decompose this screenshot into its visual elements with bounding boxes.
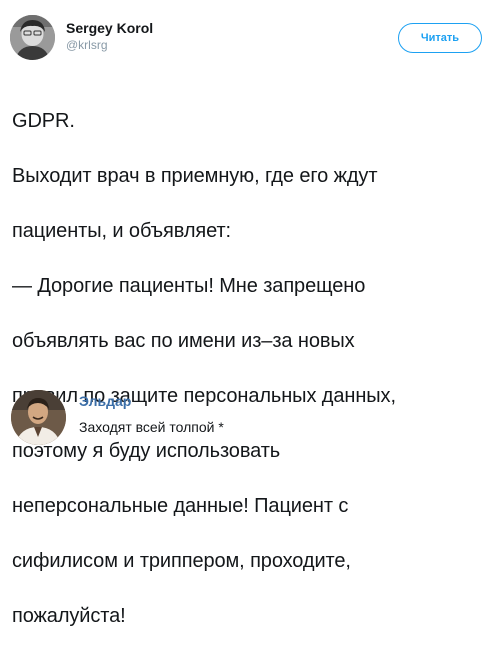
tweet-text-line: Выходит врач в приемную, где его ждут bbox=[12, 164, 378, 187]
tweet-text-line: неперсональные данные! Пациент с bbox=[12, 494, 349, 517]
tweet-text-line: объявлять вас по имени из–за новых bbox=[12, 329, 355, 352]
author-avatar-photo bbox=[10, 15, 55, 60]
author-handle[interactable]: @krlsrg bbox=[66, 38, 108, 52]
tweet-text-line: поэтому я буду использовать bbox=[12, 439, 281, 462]
follow-button-label: Читать bbox=[420, 32, 460, 44]
reply-text: Заходят всей толпой * bbox=[79, 419, 224, 435]
author-name[interactable]: Sergey Korol bbox=[66, 20, 153, 36]
tweet-text-line: пациенты, и объявляет: bbox=[12, 219, 232, 242]
reply-author-name[interactable]: Эльдар bbox=[79, 393, 131, 409]
tweet-text-line: сифилисом и триппером, проходите, bbox=[12, 549, 351, 572]
tweet-text: GDPR. Выходит врач в приемную, где его ж… bbox=[12, 80, 492, 658]
follow-button[interactable]: Читать bbox=[398, 23, 482, 53]
author-avatar[interactable] bbox=[10, 15, 55, 60]
tweet-text-line: пожалуйста! bbox=[12, 604, 126, 627]
tweet-text-line: GDPR. bbox=[12, 109, 75, 132]
tweet-text-line: — Дорогие пациенты! Мне запрещено bbox=[12, 274, 366, 297]
reply-avatar[interactable] bbox=[11, 390, 66, 445]
reply-avatar-photo bbox=[11, 390, 66, 445]
